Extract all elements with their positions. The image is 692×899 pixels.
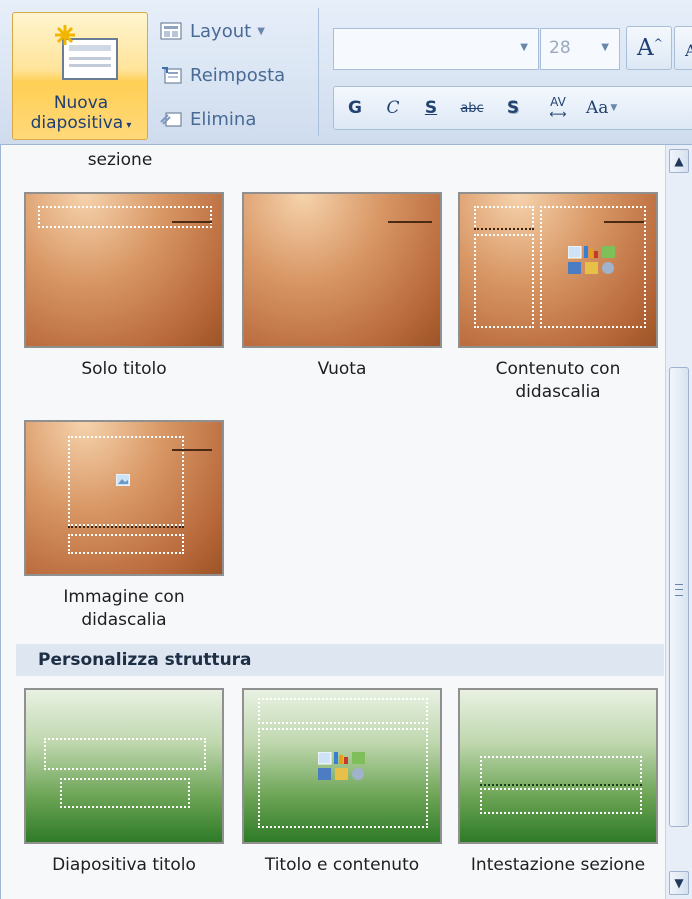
reset-button[interactable]: Reimposta xyxy=(160,58,310,92)
delete-slide-button[interactable]: Elimina xyxy=(160,102,310,136)
layout-tile-contenuto-con-didascalia[interactable]: Contenuto con didascalia xyxy=(458,192,658,404)
layout-tile-titolo-e-contenuto[interactable]: Titolo e contenuto xyxy=(242,688,442,877)
layout-tile-solo-titolo[interactable]: Solo titolo xyxy=(24,192,224,381)
grow-font-button[interactable]: A^ xyxy=(626,26,672,70)
grip-icon xyxy=(675,584,683,596)
chevron-down-icon[interactable]: ▼ xyxy=(601,42,609,53)
reset-icon xyxy=(162,67,182,84)
layout-tile-diapositiva-titolo[interactable]: Diapositiva titolo xyxy=(24,688,224,877)
spacing-arrows-icon: ⟷ xyxy=(549,107,567,121)
font-name-combobox[interactable]: ▼ xyxy=(333,28,539,70)
shrink-font-button[interactable]: A xyxy=(674,26,692,70)
format-toolbar: G C S abc S AV ⟷ Aa ▼ xyxy=(333,86,692,130)
font-size-combobox[interactable]: 28 ▼ xyxy=(540,28,620,70)
bold-button[interactable]: G xyxy=(338,91,372,125)
layout-thumbnail xyxy=(24,688,224,844)
text-shadow-button[interactable]: S xyxy=(496,91,530,125)
strikethrough-button[interactable]: abc xyxy=(452,91,492,125)
chevron-down-icon: ▾ xyxy=(123,120,132,131)
new-slide-icon xyxy=(55,25,118,80)
content-placeholder-icons xyxy=(318,752,365,780)
layout-tile-vuota[interactable]: Vuota xyxy=(242,192,442,381)
new-slide-button[interactable]: Nuova diapositiva ▾ xyxy=(12,12,148,140)
delete-slide-icon xyxy=(160,112,182,127)
layout-tile-intestazione-sezione[interactable]: Intestazione sezione xyxy=(458,688,658,877)
layout-thumbnail xyxy=(24,192,224,348)
layout-thumbnail xyxy=(458,192,658,348)
layout-thumbnail xyxy=(458,688,658,844)
picture-icon xyxy=(116,474,130,486)
scroll-down-button[interactable]: ▼ xyxy=(669,871,689,895)
character-spacing-button[interactable]: AV ⟷ xyxy=(534,91,582,125)
scroll-up-button[interactable]: ▲ xyxy=(669,149,689,173)
layout-button[interactable]: Layout ▼ xyxy=(160,14,310,48)
chevron-down-icon: ▼ xyxy=(610,103,618,113)
layout-thumbnail xyxy=(242,688,442,844)
content-placeholder-icons xyxy=(568,246,615,274)
partial-tile-label: sezione xyxy=(87,150,153,170)
chevron-down-icon[interactable]: ▼ xyxy=(520,42,528,53)
layout-icon xyxy=(160,22,182,40)
vertical-scrollbar[interactable]: ▲ ▼ xyxy=(665,145,692,899)
scroll-thumb[interactable] xyxy=(669,367,689,827)
layout-tile-immagine-con-didascalia[interactable]: Immagine con didascalia xyxy=(24,420,224,632)
underline-button[interactable]: S xyxy=(414,91,448,125)
section-header-personalizza-struttura: Personalizza struttura xyxy=(16,644,664,676)
italic-button[interactable]: C xyxy=(376,91,410,125)
ribbon: Nuova diapositiva ▾ Layout ▼ Reimposta El… xyxy=(0,0,692,145)
change-case-button[interactable]: Aa ▼ xyxy=(586,91,640,125)
ribbon-separator xyxy=(318,8,319,136)
layout-thumbnail xyxy=(24,420,224,576)
layout-thumbnail xyxy=(242,192,442,348)
slide-commands: Layout ▼ Reimposta Elimina xyxy=(160,14,310,146)
chevron-down-icon: ▼ xyxy=(257,25,265,37)
new-slide-label: Nuova diapositiva ▾ xyxy=(30,93,132,133)
